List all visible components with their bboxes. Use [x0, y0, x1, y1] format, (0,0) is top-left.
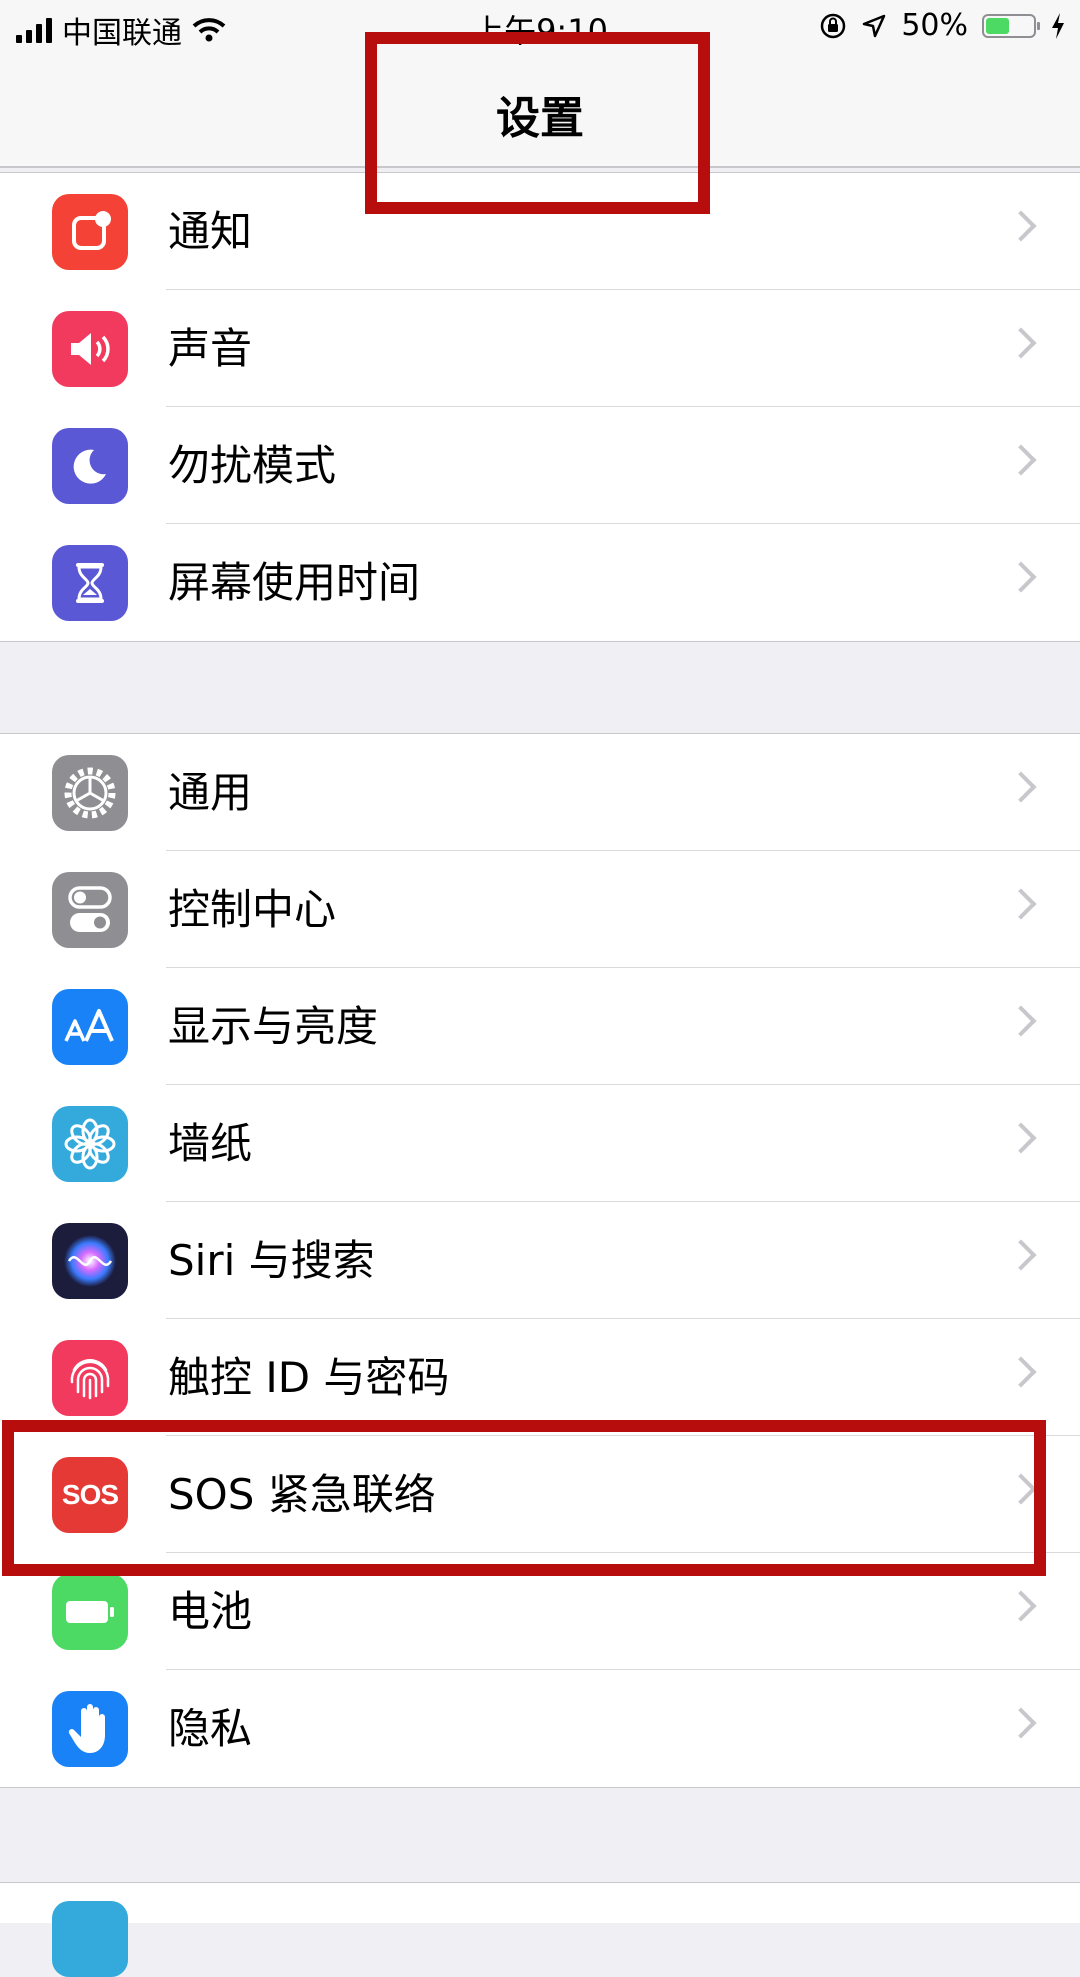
- flower-icon: [52, 1106, 128, 1182]
- settings-row-do-not-disturb[interactable]: 勿扰模式: [0, 407, 1080, 524]
- settings-row-battery[interactable]: 电池: [0, 1553, 1080, 1670]
- settings-row-label: 电池: [168, 1587, 253, 1636]
- battery-level-fill: [986, 17, 1009, 34]
- chevron-right-icon: [1005, 1590, 1037, 1622]
- settings-row-touch-id-passcode[interactable]: 触控 ID 与密码: [0, 1319, 1080, 1436]
- charging-bolt-icon: [1052, 12, 1064, 39]
- chevron-right-icon: [1005, 561, 1037, 593]
- status-bar: 中国联通 上午9:10 50%: [0, 0, 1080, 54]
- page-title: 设置: [496, 93, 584, 144]
- settings-row-label: 控制中心: [168, 885, 337, 934]
- settings-row-label: 通知: [168, 207, 253, 256]
- battery-icon: [52, 1574, 128, 1650]
- settings-group-3: [0, 1882, 1080, 1977]
- settings-row-label: Siri 与搜索: [168, 1236, 375, 1285]
- settings-row-control-center[interactable]: 控制中心: [0, 851, 1080, 968]
- chevron-right-icon: [1005, 1122, 1037, 1154]
- settings-row-label: 隐私: [168, 1704, 253, 1753]
- partial-row-icon: [52, 1901, 128, 1977]
- chevron-right-icon: [1005, 444, 1037, 476]
- battery-nub: [1037, 21, 1040, 30]
- settings-row-siri-search[interactable]: Siri 与搜索: [0, 1202, 1080, 1319]
- sos-icon: SOS: [52, 1457, 128, 1533]
- chevron-right-icon: [1005, 1239, 1037, 1271]
- settings-row-label: 显示与亮度: [168, 1002, 379, 1051]
- location-arrow-icon: [863, 14, 886, 37]
- settings-row-label: 触控 ID 与密码: [168, 1353, 450, 1402]
- rotation-lock-icon: [821, 13, 846, 38]
- settings-row-display-brightness[interactable]: 显示与亮度: [0, 968, 1080, 1085]
- notifications-icon: [52, 194, 128, 270]
- moon-icon: [52, 428, 128, 504]
- display-aa-icon: [52, 989, 128, 1065]
- settings-row-notifications[interactable]: 通知: [0, 173, 1080, 290]
- status-right: 50%: [819, 8, 1066, 43]
- settings-row-wallpaper[interactable]: 墙纸: [0, 1085, 1080, 1202]
- settings-row-label: 勿扰模式: [168, 441, 337, 490]
- chevron-right-icon: [1005, 1473, 1037, 1505]
- settings-row-sounds[interactable]: 声音: [0, 290, 1080, 407]
- settings-group-2: 通用 控制中心 显示与亮度 墙纸 Siri 与搜索 触控 ID 与密码 SOS …: [0, 733, 1080, 1788]
- gear-icon: [52, 755, 128, 831]
- chevron-right-icon: [1005, 888, 1037, 920]
- toggles-icon: [52, 872, 128, 948]
- hourglass-icon: [52, 545, 128, 621]
- chevron-right-icon: [1005, 1356, 1037, 1388]
- settings-row-label: SOS 紧急联络: [168, 1470, 436, 1519]
- settings-row-label: 屏幕使用时间: [168, 558, 421, 607]
- settings-row-emergency-sos[interactable]: SOS SOS 紧急联络: [0, 1436, 1080, 1553]
- chevron-right-icon: [1005, 1005, 1037, 1037]
- siri-icon: [52, 1223, 128, 1299]
- settings-row-general[interactable]: 通用: [0, 734, 1080, 851]
- settings-row-label: 通用: [168, 768, 253, 817]
- settings-row-privacy[interactable]: 隐私: [0, 1670, 1080, 1787]
- settings-row-label: 墙纸: [168, 1119, 253, 1168]
- sos-icon-text: SOS: [61, 1479, 119, 1510]
- battery-percent: 50%: [901, 8, 968, 43]
- chevron-right-icon: [1005, 771, 1037, 803]
- hand-icon: [52, 1691, 128, 1767]
- settings-row-screen-time[interactable]: 屏幕使用时间: [0, 524, 1080, 641]
- settings-row-label: 声音: [168, 324, 253, 373]
- chevron-right-icon: [1005, 210, 1037, 242]
- settings-group-1: 通知 声音 勿扰模式 屏幕使用时间: [0, 172, 1080, 642]
- chevron-right-icon: [1005, 327, 1037, 359]
- chevron-right-icon: [1005, 1707, 1037, 1739]
- battery-icon: [982, 13, 1040, 38]
- navigation-bar: 设置: [0, 54, 1080, 168]
- fingerprint-icon: [52, 1340, 128, 1416]
- sound-icon: [52, 311, 128, 387]
